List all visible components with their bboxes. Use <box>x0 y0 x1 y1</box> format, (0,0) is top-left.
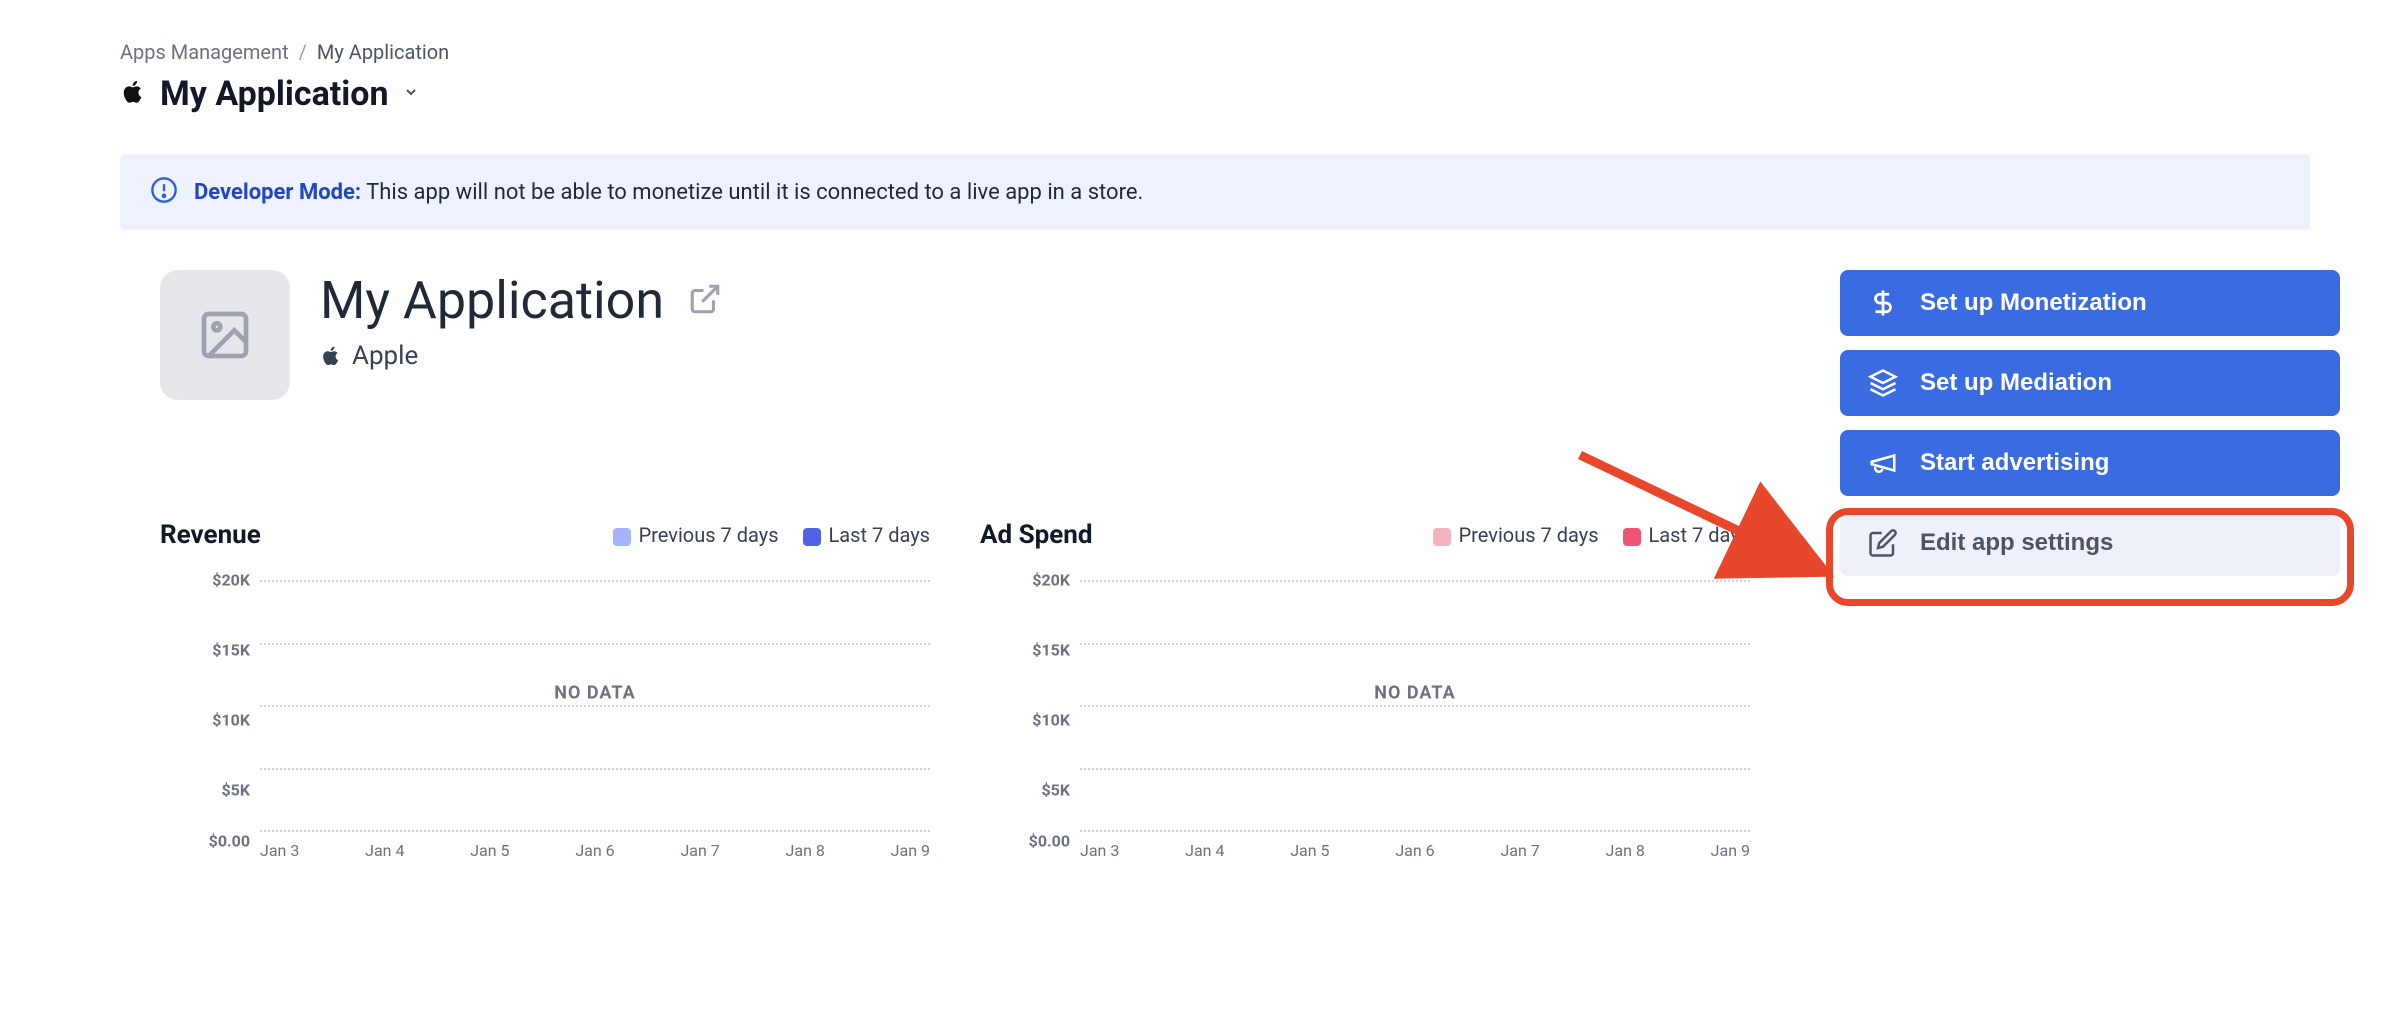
x-tick: Jan 5 <box>1290 841 1329 860</box>
x-tick: Jan 7 <box>1500 841 1539 860</box>
edit-app-settings-button[interactable]: Edit app settings <box>1840 510 2340 576</box>
chart-legend: Previous 7 days Last 7 days <box>1433 523 1750 547</box>
adspend-chart: Ad Spend Previous 7 days Last 7 days $20… <box>980 520 1750 860</box>
x-tick: Jan 3 <box>260 841 299 860</box>
swatch-icon <box>803 528 821 546</box>
no-data-label: NO DATA <box>554 682 635 703</box>
y-tick: $5K <box>160 781 250 800</box>
y-tick: $20K <box>980 571 1070 590</box>
y-tick: $15K <box>160 641 250 660</box>
button-label: Start advertising <box>1920 449 2109 477</box>
x-axis: Jan 3 Jan 4 Jan 5 Jan 6 Jan 7 Jan 8 Jan … <box>260 841 930 860</box>
x-tick: Jan 3 <box>1080 841 1119 860</box>
legend-item: Last 7 days <box>1623 523 1750 547</box>
chart-legend: Previous 7 days Last 7 days <box>613 523 930 547</box>
legend-item: Last 7 days <box>803 523 930 547</box>
button-label: Set up Mediation <box>1920 369 2112 397</box>
y-tick: $15K <box>980 641 1070 660</box>
y-tick: $20K <box>160 571 250 590</box>
x-tick: Jan 4 <box>365 841 404 860</box>
action-buttons: Set up Monetization Set up Mediation Sta… <box>1840 270 2340 576</box>
banner-label: Developer Mode: <box>194 180 361 205</box>
breadcrumb-root[interactable]: Apps Management <box>120 40 289 64</box>
y-tick: $10K <box>160 711 250 730</box>
page-title: My Application <box>160 74 389 114</box>
x-tick: Jan 9 <box>1711 841 1750 860</box>
swatch-icon <box>613 528 631 546</box>
x-tick: Jan 9 <box>891 841 930 860</box>
layers-icon <box>1868 368 1898 398</box>
app-platform: Apple <box>320 341 722 371</box>
chart-title: Ad Spend <box>980 520 1092 550</box>
banner-message: This app will not be able to monetize un… <box>366 180 1143 205</box>
no-data-label: NO DATA <box>1374 682 1455 703</box>
chevron-down-icon <box>403 84 419 105</box>
y-tick: $0.00 <box>160 832 250 851</box>
revenue-chart: Revenue Previous 7 days Last 7 days $20K… <box>160 520 930 860</box>
platform-label: Apple <box>352 341 418 371</box>
external-link-icon[interactable] <box>688 282 722 320</box>
plot-area: NO DATA <box>260 580 930 830</box>
legend-item: Previous 7 days <box>1433 523 1599 547</box>
swatch-icon <box>1433 528 1451 546</box>
setup-mediation-button[interactable]: Set up Mediation <box>1840 350 2340 416</box>
x-tick: Jan 8 <box>786 841 825 860</box>
y-tick: $5K <box>980 781 1070 800</box>
x-tick: Jan 6 <box>575 841 614 860</box>
x-tick: Jan 4 <box>1185 841 1224 860</box>
legend-item: Previous 7 days <box>613 523 779 547</box>
x-tick: Jan 5 <box>470 841 509 860</box>
button-label: Edit app settings <box>1920 529 2113 557</box>
breadcrumb-current: My Application <box>317 40 449 64</box>
apple-icon <box>120 79 146 109</box>
breadcrumb-separator: / <box>299 40 307 64</box>
app-name: My Application <box>320 270 664 331</box>
x-tick: Jan 8 <box>1606 841 1645 860</box>
x-tick: Jan 7 <box>680 841 719 860</box>
app-header: My Application Apple <box>160 270 1800 400</box>
y-tick: $0.00 <box>980 832 1070 851</box>
developer-mode-banner: Developer Mode: This app will not be abl… <box>120 154 2310 230</box>
banner-text: Developer Mode: This app will not be abl… <box>194 180 1143 205</box>
plot-area: NO DATA <box>1080 580 1750 830</box>
chart-title: Revenue <box>160 520 261 550</box>
setup-monetization-button[interactable]: Set up Monetization <box>1840 270 2340 336</box>
dollar-icon <box>1868 288 1898 318</box>
app-thumbnail <box>160 270 290 400</box>
x-tick: Jan 6 <box>1395 841 1434 860</box>
megaphone-icon <box>1868 448 1898 478</box>
x-axis: Jan 3 Jan 4 Jan 5 Jan 6 Jan 7 Jan 8 Jan … <box>1080 841 1750 860</box>
breadcrumb: Apps Management / My Application <box>120 40 2324 64</box>
swatch-icon <box>1623 528 1641 546</box>
start-advertising-button[interactable]: Start advertising <box>1840 430 2340 496</box>
y-tick: $10K <box>980 711 1070 730</box>
alert-icon <box>150 176 178 208</box>
edit-icon <box>1868 528 1898 558</box>
button-label: Set up Monetization <box>1920 289 2147 317</box>
page-title-row[interactable]: My Application <box>120 74 2324 114</box>
